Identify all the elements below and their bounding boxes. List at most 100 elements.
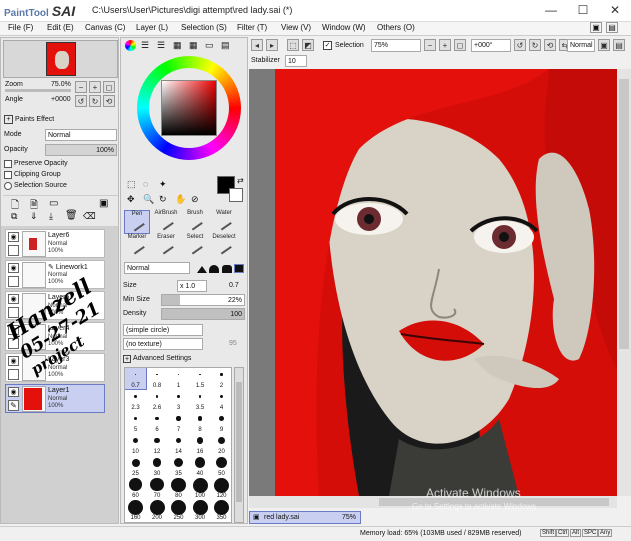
saturation-value-square[interactable]: [161, 80, 217, 136]
zoom-in-button[interactable]: +: [89, 81, 101, 93]
brush-size-option[interactable]: 14: [168, 434, 189, 455]
tool-pen[interactable]: Pen: [124, 210, 150, 234]
brush-size-option[interactable]: 16: [190, 434, 211, 455]
brush-size-option[interactable]: 6: [147, 412, 168, 433]
undo-button[interactable]: ◂: [251, 39, 263, 51]
tool-select[interactable]: Select: [182, 234, 208, 258]
canvas-zoom-out-button[interactable]: −: [424, 39, 436, 51]
zoom-reset-button[interactable]: ◻: [103, 81, 115, 93]
tool-brush[interactable]: Brush: [182, 210, 208, 234]
brush-size-option[interactable]: 8: [190, 412, 211, 433]
brush-size-option[interactable]: 25: [125, 456, 146, 477]
visibility-eye-icon[interactable]: ◉: [8, 356, 19, 366]
brush-size-option[interactable]: 30: [147, 456, 168, 477]
menu-others[interactable]: Others (O): [377, 23, 415, 32]
brush-size-option[interactable]: 200: [147, 500, 168, 521]
transfer-down-icon[interactable]: ⇓: [30, 211, 38, 222]
expand-icon[interactable]: +: [4, 115, 13, 124]
tool-eraser[interactable]: Eraser: [153, 234, 179, 258]
size-multiplier-select[interactable]: x 1.0: [177, 280, 207, 292]
brush-size-option[interactable]: 40: [190, 456, 211, 477]
brush-size-option[interactable]: 350: [211, 500, 231, 521]
rgb-slider-tab-icon[interactable]: ☰: [141, 40, 149, 51]
minimize-button[interactable]: —: [536, 2, 566, 18]
delete-layer-icon[interactable]: 🗑: [65, 210, 78, 221]
layer-select-checkbox[interactable]: [8, 245, 19, 256]
move-icon[interactable]: ✥: [127, 194, 135, 205]
menu-view[interactable]: View (V): [281, 23, 311, 32]
selection-checkbox[interactable]: ✓: [323, 41, 332, 50]
vertical-scrollbar[interactable]: [617, 69, 631, 496]
brush-size-option[interactable]: 2: [211, 368, 231, 389]
menu-filter[interactable]: Filter (T): [237, 23, 267, 32]
brush-size-option[interactable]: 2.6: [147, 390, 168, 411]
copy-layer-icon[interactable]: ⧉: [11, 211, 17, 222]
color-wheel-tab-icon[interactable]: [125, 40, 136, 51]
swatches-tab-icon[interactable]: ▦: [189, 40, 198, 51]
zoom-tool-icon[interactable]: 🔍: [143, 194, 154, 205]
tool-water[interactable]: Water: [211, 210, 237, 234]
brush-shape-selector[interactable]: [195, 262, 245, 274]
eyedropper-icon[interactable]: ⊘: [191, 194, 199, 205]
visibility-eye-icon[interactable]: ◉: [8, 387, 19, 397]
rect-select-icon[interactable]: ⬚: [127, 179, 136, 190]
brush-size-option[interactable]: 300: [190, 500, 211, 521]
rotate-left-button[interactable]: ↺: [75, 95, 87, 107]
navigator[interactable]: [3, 40, 118, 78]
hand-tool-icon[interactable]: ✋: [175, 194, 186, 205]
layer-select-checkbox[interactable]: [8, 369, 19, 380]
panel-toggle-icon[interactable]: ▣: [590, 22, 602, 33]
rotate-tool-icon[interactable]: ↻: [159, 194, 167, 205]
layer-item[interactable]: ◉ Layer6 Normal 100%: [5, 229, 105, 258]
layer-select-checkbox[interactable]: ✎: [8, 400, 19, 411]
maximize-button[interactable]: ☐: [568, 2, 598, 18]
tool-deselect[interactable]: Deselect: [211, 234, 237, 258]
layer-mask-icon[interactable]: ▣: [99, 198, 108, 209]
brush-size-option[interactable]: 10: [125, 434, 146, 455]
brush-size-option[interactable]: 12: [147, 434, 168, 455]
color-wheel[interactable]: [137, 56, 241, 160]
min-size-slider[interactable]: 22%: [161, 294, 245, 306]
rotate-right-button[interactable]: ↻: [89, 95, 101, 107]
close-button[interactable]: ✕: [600, 2, 630, 18]
brush-size-option[interactable]: 3: [168, 390, 189, 411]
clipping-group-checkbox[interactable]: [4, 171, 12, 179]
menu-file[interactable]: File (F): [8, 23, 33, 32]
visibility-eye-icon[interactable]: ◉: [8, 232, 19, 242]
lasso-icon[interactable]: ◌: [143, 179, 148, 189]
brush-size-option[interactable]: 250: [168, 500, 189, 521]
angle-select[interactable]: +000°: [471, 39, 511, 52]
view-mode-2-button[interactable]: ▤: [613, 39, 625, 51]
menu-selection[interactable]: Selection (S): [181, 23, 227, 32]
brush-size-option[interactable]: 100: [190, 478, 211, 499]
canvas-tab[interactable]: ▣ red lady.sai 75%: [249, 511, 361, 524]
canvas-blend-select[interactable]: Normal: [567, 39, 595, 52]
menu-edit[interactable]: Edit (E): [47, 23, 74, 32]
brush-size-option[interactable]: 80: [168, 478, 189, 499]
brush-size-option[interactable]: 9: [211, 412, 231, 433]
panel-toggle-2-icon[interactable]: ▤: [606, 22, 618, 33]
layer-select-checkbox[interactable]: [8, 276, 19, 287]
brush-size-option[interactable]: 35: [168, 456, 189, 477]
rotate-reset-button[interactable]: ⟲: [103, 95, 115, 107]
brush-size-option[interactable]: 5: [125, 412, 146, 433]
tool-airbrush[interactable]: AirBrush: [153, 210, 179, 234]
brush-mode-select[interactable]: Normal: [124, 262, 190, 274]
canvas-zoom-in-button[interactable]: +: [439, 39, 451, 51]
zoom-select[interactable]: 75%: [371, 39, 421, 52]
stabilizer-select[interactable]: 10: [285, 55, 307, 67]
size-grid-scrollbar[interactable]: [234, 367, 244, 523]
canvas-rotate-reset-button[interactable]: ⟲: [544, 39, 556, 51]
visibility-eye-icon[interactable]: ◉: [8, 294, 19, 304]
magic-wand-icon[interactable]: ✦: [159, 179, 167, 190]
canvas-viewport[interactable]: [249, 69, 617, 496]
menu-window[interactable]: Window (W): [322, 23, 366, 32]
canvas-rotate-left-button[interactable]: ↺: [514, 39, 526, 51]
zoom-slider[interactable]: [5, 89, 71, 92]
blend-mode-select[interactable]: Normal: [45, 129, 117, 141]
menu-canvas[interactable]: Canvas (C): [85, 23, 125, 32]
clear-layer-icon[interactable]: ⌫: [83, 211, 96, 222]
redo-button[interactable]: ▸: [266, 39, 278, 51]
preserve-opacity-checkbox[interactable]: [4, 160, 12, 168]
brush-size-option[interactable]: 7: [168, 412, 189, 433]
